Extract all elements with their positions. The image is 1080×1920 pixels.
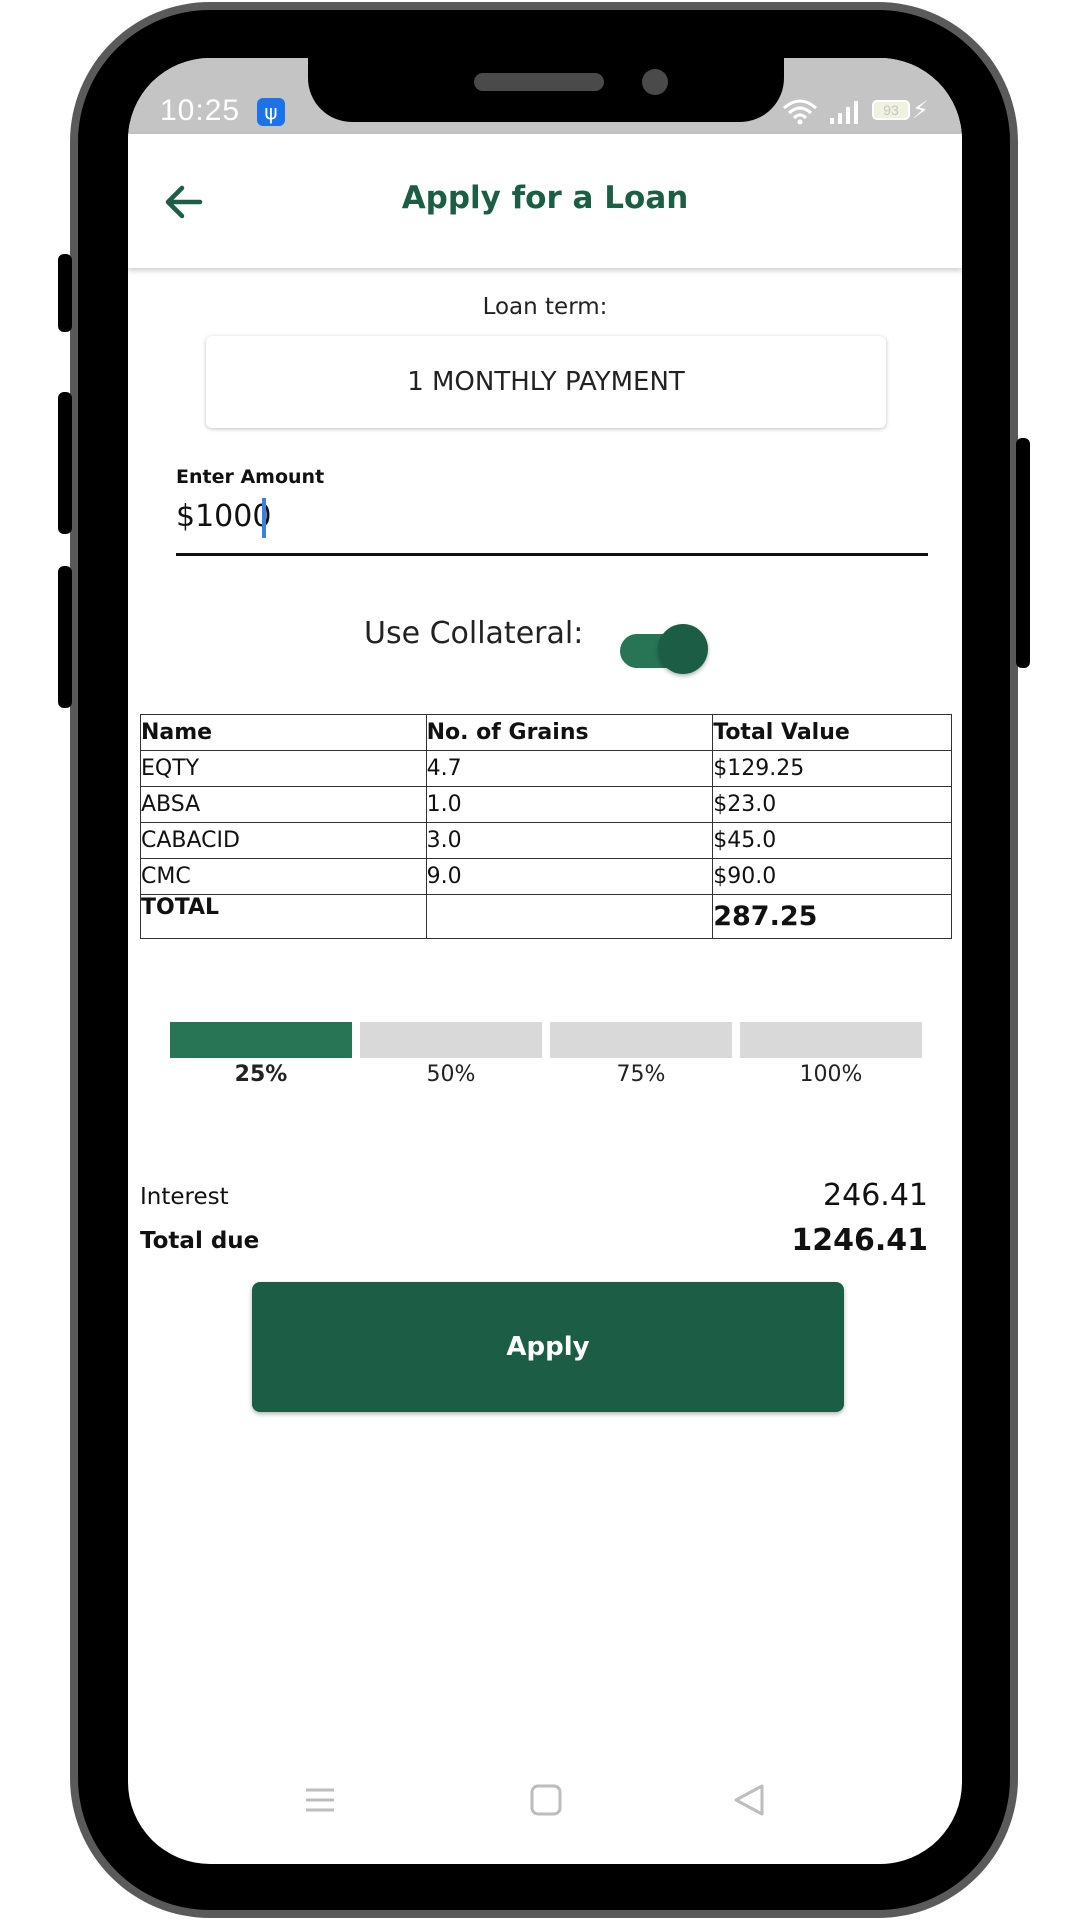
wifi-icon xyxy=(783,99,817,125)
battery-icon: 93 xyxy=(872,100,910,120)
total-label: TOTAL xyxy=(140,894,427,939)
table-cell: 1.0 xyxy=(425,786,714,823)
loan-term-select[interactable]: 1 MONTHLY PAYMENT xyxy=(206,336,886,428)
table-cell: 3.0 xyxy=(425,822,714,859)
apply-button[interactable]: Apply xyxy=(252,1282,844,1412)
phone-speaker xyxy=(474,73,604,91)
signal-icon xyxy=(830,101,858,124)
interest-value: 246.41 xyxy=(823,1178,928,1213)
text-caret xyxy=(262,498,266,538)
table-cell: CABACID xyxy=(140,822,427,859)
phone-side-button xyxy=(58,254,72,332)
amount-label: Enter Amount xyxy=(176,466,325,488)
phone-side-button xyxy=(58,566,72,708)
collateral-toggle[interactable] xyxy=(620,622,708,674)
percent-label: 75% xyxy=(616,1062,666,1087)
table-header: Name xyxy=(140,714,427,751)
percent-label: 25% xyxy=(234,1062,288,1087)
loan-term-label: Loan term: xyxy=(482,294,608,320)
front-camera xyxy=(642,69,668,95)
percent-option-50[interactable] xyxy=(360,1022,542,1058)
phone-side-button xyxy=(1016,438,1030,668)
percent-label: 100% xyxy=(799,1062,863,1087)
system-nav-bar xyxy=(128,1762,962,1832)
toggle-knob xyxy=(658,624,708,674)
table-header: Total Value xyxy=(712,714,952,751)
percent-label: 50% xyxy=(426,1062,476,1087)
back-triangle-icon[interactable] xyxy=(730,1780,770,1820)
table-cell: 4.7 xyxy=(425,750,714,787)
total-due-label: Total due xyxy=(140,1228,260,1254)
percent-option-25[interactable] xyxy=(170,1022,352,1058)
page-title: Apply for a Loan xyxy=(401,180,689,216)
app-bar: Apply for a Loan xyxy=(128,134,962,268)
table-header: No. of Grains xyxy=(425,714,714,751)
phone-screen: 10:25 ψ 93 ⚡ Apply for a Loan Loan term:… xyxy=(128,58,962,1864)
table-row: ABSA 1.0 $23.0 xyxy=(140,786,952,823)
home-square-icon[interactable] xyxy=(526,1780,566,1820)
table-row: CABACID 3.0 $45.0 xyxy=(140,822,952,859)
table-row: EQTY 4.7 $129.25 xyxy=(140,750,952,787)
table-row: CMC 9.0 $90.0 xyxy=(140,858,952,895)
collateral-table: Name No. of Grains Total Value EQTY 4.7 … xyxy=(140,714,952,939)
table-cell: EQTY xyxy=(140,750,427,787)
percent-option-75[interactable] xyxy=(550,1022,732,1058)
status-time: 10:25 xyxy=(160,94,241,127)
amount-input[interactable] xyxy=(176,494,928,556)
table-cell: $23.0 xyxy=(712,786,952,823)
table-cell: 9.0 xyxy=(425,858,714,895)
interest-label: Interest xyxy=(140,1184,229,1210)
table-cell: $45.0 xyxy=(712,822,952,859)
total-due-value: 1246.41 xyxy=(791,1223,928,1258)
table-cell: ABSA xyxy=(140,786,427,823)
table-cell: $90.0 xyxy=(712,858,952,895)
table-cell: $129.25 xyxy=(712,750,952,787)
table-cell-empty xyxy=(425,894,714,939)
table-header-row: Name No. of Grains Total Value xyxy=(140,714,952,751)
menu-icon[interactable] xyxy=(300,1780,340,1820)
charging-bolt-icon: ⚡ xyxy=(912,96,929,124)
usb-icon: ψ xyxy=(257,98,285,126)
collateral-label: Use Collateral: xyxy=(364,616,584,651)
percent-option-100[interactable] xyxy=(740,1022,922,1058)
total-value: 287.25 xyxy=(712,894,952,939)
phone-side-button xyxy=(58,392,72,534)
table-cell: CMC xyxy=(140,858,427,895)
table-total-row: TOTAL 287.25 xyxy=(140,894,952,939)
